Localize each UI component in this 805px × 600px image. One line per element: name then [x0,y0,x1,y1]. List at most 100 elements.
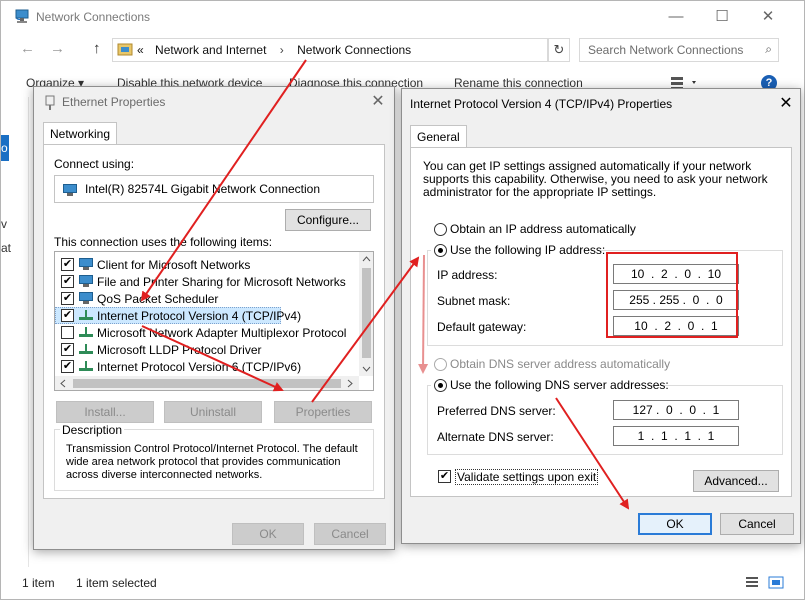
list-item-selected[interactable]: ✔ Internet Protocol Version 4 (TCP/IPv4) [55,307,301,324]
network-folder-icon [117,43,133,56]
maximize-button[interactable]: ☐ [702,4,742,30]
dialog-title: Internet Protocol Version 4 (TCP/IPv4) P… [410,97,673,111]
navigation-pane [1,97,29,567]
validate-checkbox[interactable]: ✔ [438,470,451,483]
vertical-scrollbar[interactable] [359,252,373,376]
obtain-ip-auto-label: Obtain an IP address automatically [450,222,636,236]
minimize-button[interactable]: — [656,4,696,30]
scroll-thumb[interactable] [362,268,371,358]
view-toggle-icons[interactable] [745,576,789,590]
advanced-button[interactable]: Advanced... [693,470,779,492]
item-checkbox[interactable] [61,326,74,339]
use-following-dns-label: Use the following DNS server addresses: [450,378,669,392]
item-checkbox[interactable]: ✔ [61,275,74,288]
use-following-ip-label: Use the following IP address: [450,243,606,257]
item-label: Microsoft LLDP Protocol Driver [97,343,262,357]
breadcrumb-network-connections[interactable]: Network Connections [297,43,411,57]
validate-label: Validate settings upon exit [455,469,599,485]
protocol-icon [79,343,93,355]
obtain-dns-auto-label: Obtain DNS server address automatically [450,357,671,371]
use-following-ip-radio[interactable] [434,244,447,257]
breadcrumb: « Network and Internet › Network Connect… [137,43,411,57]
subnet-mask-label: Subnet mask: [437,294,511,308]
scroll-left-icon[interactable] [60,379,66,388]
item-checkbox[interactable]: ✔ [61,360,74,373]
obtain-dns-auto-radio[interactable] [434,358,447,371]
tab-networking[interactable]: Networking [43,122,118,144]
protocol-icon [79,326,93,338]
side-fragment: o [1,135,9,161]
item-checkbox[interactable]: ✔ [61,258,74,271]
protocol-icon [79,309,93,321]
window-title: Network Connections [36,10,151,24]
description-label: Description [60,423,125,437]
install-button[interactable]: Install... [56,401,154,423]
components-list[interactable]: ✔ Client for Microsoft Networks ✔ File a… [54,251,374,391]
ok-button[interactable]: OK [232,523,304,545]
address-bar[interactable]: « Network and Internet › Network Connect… [112,38,548,62]
breadcrumb-network-and-internet[interactable]: Network and Internet [155,43,266,57]
default-gateway-label: Default gateway: [437,320,527,334]
ipv4-properties-dialog: Internet Protocol Version 4 (TCP/IPv4) P… [401,88,801,544]
adapter-box: Intel(R) 82574L Gigabit Network Connecti… [54,175,374,203]
list-item[interactable]: ✔ QoS Packet Scheduler [55,290,359,307]
cancel-button[interactable]: Cancel [720,513,794,535]
horizontal-scrollbar[interactable] [55,376,359,390]
scroll-right-icon[interactable] [347,379,353,388]
preferred-dns-field[interactable]: 127 . 0 . 0 . 1 [613,400,739,420]
search-box[interactable]: Search Network Connections ⌕ [579,38,779,62]
item-count: 1 item [22,576,55,590]
side-fragment: at [1,241,12,255]
obtain-ip-auto-radio[interactable] [434,223,447,236]
cancel-button[interactable]: Cancel [314,523,386,545]
use-following-dns-radio[interactable] [434,379,447,392]
item-label: File and Printer Sharing for Microsoft N… [97,275,346,289]
search-input[interactable]: Search Network Connections [588,43,743,57]
scroll-up-icon[interactable] [362,256,371,262]
breadcrumb-separator-icon[interactable]: › [280,43,284,57]
refresh-button[interactable]: ↻ [548,38,570,62]
items-label: This connection uses the following items… [54,235,273,249]
close-icon[interactable]: ✕ [366,91,390,113]
close-button[interactable]: ✕ [748,4,788,30]
service-icon [79,292,93,304]
uninstall-button[interactable]: Uninstall [164,401,262,423]
close-icon[interactable]: ✕ [774,93,798,115]
list-item[interactable]: Microsoft Network Adapter Multiplexor Pr… [55,324,359,341]
item-checkbox[interactable]: ✔ [61,292,74,305]
back-arrow-icon[interactable]: ← [20,40,35,57]
item-checkbox[interactable]: ✔ [61,309,74,322]
selection-count: 1 item selected [76,576,157,590]
up-arrow-icon[interactable]: ↑ [93,40,101,57]
item-checkbox[interactable]: ✔ [61,343,74,356]
list-item[interactable]: ✔ File and Printer Sharing for Microsoft… [55,273,359,290]
networking-panel: Connect using: Intel(R) 82574L Gigabit N… [43,144,385,499]
protocol-icon [79,360,93,372]
component-rows: ✔ Client for Microsoft Networks ✔ File a… [55,252,359,376]
adapter-name: Intel(R) 82574L Gigabit Network Connecti… [85,182,321,196]
general-panel: You can get IP settings assigned automat… [410,147,792,497]
configure-button[interactable]: Configure... [285,209,371,231]
subnet-mask-field[interactable]: 255 . 255 . 0 . 0 [613,290,739,310]
default-gateway-field[interactable]: 10 . 2 . 0 . 1 [613,316,739,336]
client-icon [79,258,93,270]
network-connections-icon [15,9,29,23]
breadcrumb-overflow[interactable]: « [137,43,144,57]
list-item[interactable]: ✔ Client for Microsoft Networks [55,256,359,273]
h-scroll-thumb[interactable] [73,379,341,388]
scroll-down-icon[interactable] [362,366,371,372]
item-label: Internet Protocol Version 4 (TCP/IPv4) [97,309,302,323]
ok-button[interactable]: OK [638,513,712,535]
service-icon [79,275,93,287]
ip-address-label: IP address: [437,268,498,282]
connect-using-label: Connect using: [54,157,135,171]
properties-button[interactable]: Properties [274,401,372,423]
side-fragment: v [1,217,7,231]
ip-address-field[interactable]: 10 . 2 . 0 . 10 [613,264,739,284]
forward-arrow-icon[interactable]: → [50,40,65,57]
list-item[interactable]: ✔ Microsoft LLDP Protocol Driver [55,341,359,358]
alternate-dns-field[interactable]: 1 . 1 . 1 . 1 [613,426,739,446]
list-item[interactable]: ✔ Internet Protocol Version 6 (TCP/IPv6) [55,358,359,375]
tab-general[interactable]: General [410,125,467,147]
description-text: Transmission Control Protocol/Internet P… [66,443,358,481]
